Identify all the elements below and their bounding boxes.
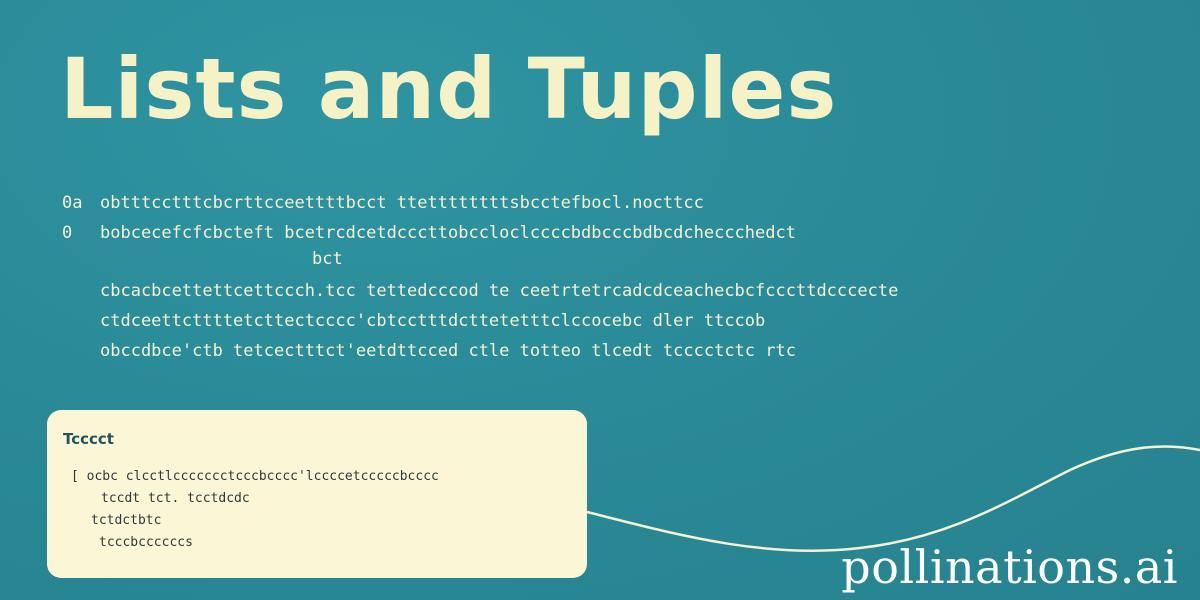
body-line: cbcacbcettettcettccch.tcc tettedcccod te… (62, 276, 1122, 306)
body-line: ctdceettcttttetcttectcccc'cbtcctttdcttet… (62, 306, 1122, 336)
line-text: obccdbce'ctb tetcectttct'eetdttcced ctle… (100, 341, 796, 361)
body-line: bct (62, 248, 1122, 276)
line-marker: 0a (62, 193, 83, 213)
card-line: [ ocbc clcctlccccccctcccbcccc'lccccetccc… (71, 469, 439, 484)
card-line: tccdt tct. tcctdcdc (101, 491, 250, 506)
line-text: cbcacbcettettcettccch.tcc tettedcccod te… (100, 281, 899, 301)
code-card: Tcccct [ ocbc clcctlccccccctcccbcccc'lcc… (47, 410, 587, 578)
card-content: [ ocbc clcctlccccccctcccbcccc'lccccetccc… (71, 466, 439, 554)
line-text: ctdceettcttttetcttectcccc'cbtcctttdcttet… (100, 311, 766, 331)
card-title: Tcccct (63, 430, 114, 448)
line-text: bobcecefcfcbcteft bcetrcdcetdcccttobcclo… (100, 223, 796, 243)
watermark-logo: pollinations.ai (841, 540, 1178, 594)
body-line: 0 bobcecefcfcbcteft bcetrcdcetdcccttobccl… (62, 218, 1122, 248)
body-line: 0a obtttcctttcbcrttcceettttbcct ttetttttt… (62, 188, 1122, 218)
card-line: tctdctbtc (91, 513, 162, 528)
line-marker: 0 (62, 223, 73, 243)
body-line: obccdbce'ctb tetcectttct'eetdttcced ctle… (62, 336, 1122, 366)
slide-body-text: 0a obtttcctttcbcrttcceettttbcct ttetttttt… (62, 188, 1122, 366)
card-line: tcccbccccccs (99, 535, 193, 550)
slide-background: Lists and Tuples 0a obtttcctttcbcrttcceet… (0, 0, 1200, 600)
line-text: obtttcctttcbcrttcceettttbcct ttetttttttt… (100, 193, 704, 213)
line-text: bct (312, 249, 343, 269)
slide-title: Lists and Tuples (60, 40, 838, 138)
